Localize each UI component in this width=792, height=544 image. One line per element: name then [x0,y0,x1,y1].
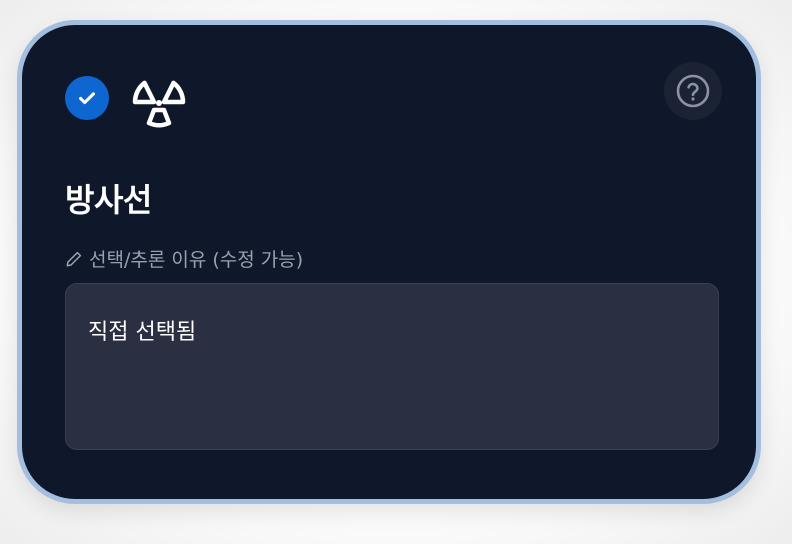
radiation-option-card[interactable]: 방사선 선택/추론 이유 (수정 가능) 직접 선택됨 [17,20,761,504]
reason-textarea[interactable]: 직접 선택됨 [65,283,719,450]
reason-label-text: 선택/추론 이유 (수정 가능) [89,249,304,271]
selected-check-badge [65,76,109,120]
pencil-icon [66,251,82,266]
reason-value: 직접 선택됨 [88,320,197,345]
check-icon [79,92,95,105]
card-title: 방사선 [65,181,152,219]
help-button[interactable] [664,62,722,120]
page-background: 방사선 선택/추론 이유 (수정 가능) 직접 선택됨 [0,0,792,544]
reason-label: 선택/추론 이유 (수정 가능) [65,245,303,272]
question-circle-icon [676,74,710,108]
radiation-icon [132,80,186,128]
